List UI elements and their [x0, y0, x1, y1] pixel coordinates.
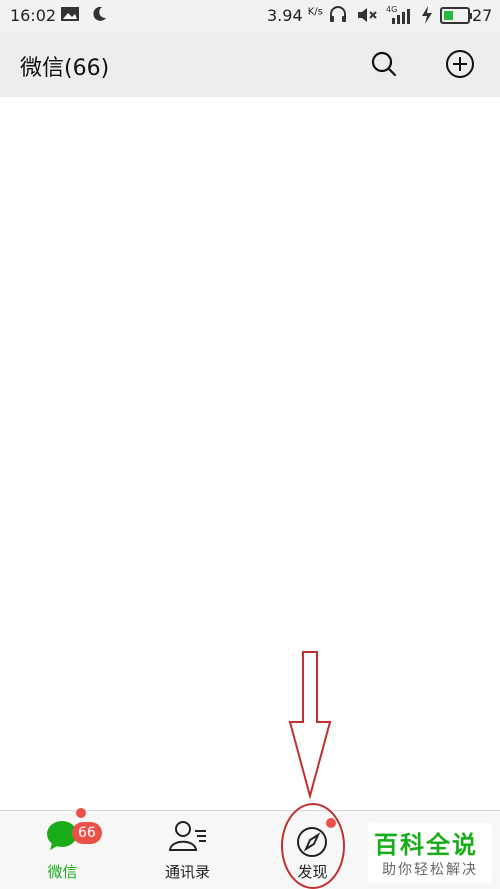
tab-chats-label: 微信 — [47, 863, 78, 881]
search-button[interactable] — [369, 49, 399, 79]
page-title: 微信(66) — [20, 56, 110, 81]
status-bar: 16:02 3.94 K/s 4G 27 — [0, 0, 500, 32]
charging-icon — [420, 5, 434, 29]
watermark: 百科全说 助你轻松解决 — [368, 823, 492, 883]
mute-icon — [356, 5, 378, 29]
svg-text:4G: 4G — [386, 5, 397, 14]
signal-icon: 4G — [386, 4, 414, 30]
tab-chats[interactable]: 66 微信 — [0, 808, 125, 889]
moon-icon — [90, 5, 108, 27]
watermark-subtitle: 助你轻松解决 — [382, 862, 478, 878]
annotation-arrow — [288, 651, 332, 800]
tab-contacts[interactable]: 通讯录 — [125, 811, 250, 889]
app-header: 微信(66) — [0, 32, 500, 97]
headset-icon — [328, 5, 348, 29]
status-time: 16:02 — [10, 6, 57, 25]
add-icon — [446, 50, 474, 78]
battery-icon — [440, 7, 472, 24]
notification-dot — [76, 808, 86, 818]
chats-unread-badge: 66 — [72, 822, 102, 844]
battery-level: 27 — [472, 6, 493, 25]
tab-contacts-label: 通讯录 — [164, 863, 210, 881]
annotation-circle — [281, 803, 345, 889]
gallery-notification-icon — [60, 5, 80, 27]
contacts-icon — [168, 821, 206, 851]
chat-list[interactable] — [0, 97, 500, 810]
search-icon — [371, 51, 397, 77]
watermark-title: 百科全说 — [374, 831, 478, 859]
add-button[interactable] — [445, 49, 475, 79]
network-speed: 3.94 K/s — [267, 6, 323, 25]
